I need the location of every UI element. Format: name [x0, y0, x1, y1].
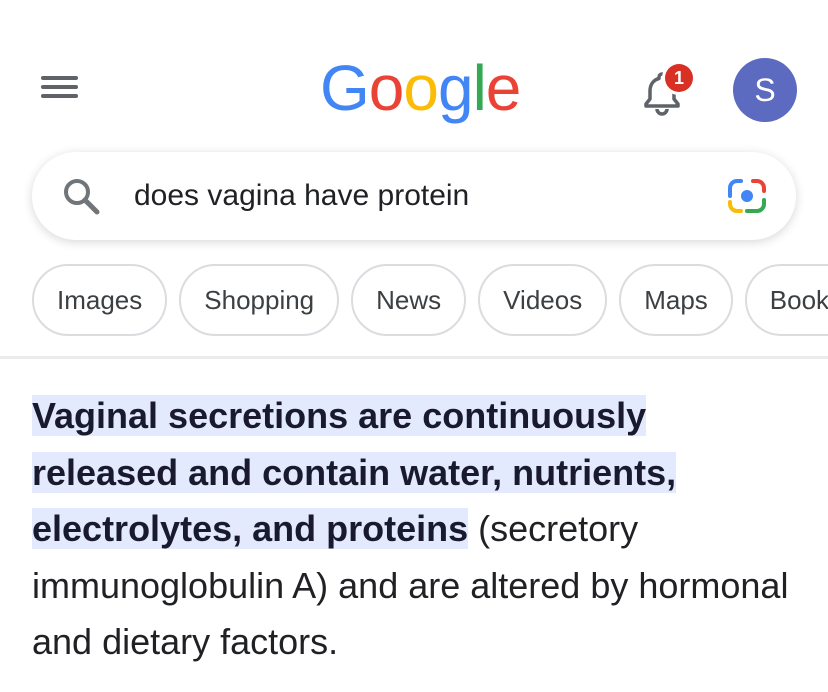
featured-snippet-text: Vaginal secretions are continuously rele…	[32, 388, 792, 671]
hamburger-menu-icon[interactable]	[41, 76, 79, 100]
avatar[interactable]: S	[733, 58, 797, 122]
divider	[0, 356, 828, 359]
chip-shopping[interactable]: Shopping	[179, 264, 340, 336]
chip-news[interactable]: News	[351, 264, 467, 336]
search-input[interactable]: does vagina have protein	[134, 152, 469, 240]
logo-letter: e	[485, 52, 522, 124]
google-search-page: Google 1 S does vagina have protein Imag…	[0, 0, 828, 692]
logo-letter: G	[320, 52, 370, 124]
search-icon[interactable]	[61, 176, 101, 216]
chip-videos[interactable]: Videos	[478, 264, 608, 336]
google-lens-icon[interactable]	[726, 176, 768, 216]
logo-letter: l	[472, 52, 487, 124]
logo-letter: o	[368, 52, 405, 124]
logo-letter: g	[437, 52, 474, 124]
search-box[interactable]: does vagina have protein	[32, 152, 796, 240]
search-filter-chips: ImagesShoppingNewsVideosMapsBooks	[32, 264, 828, 336]
notification-badge[interactable]: 1	[665, 64, 693, 92]
chip-books[interactable]: Books	[744, 264, 828, 336]
google-logo[interactable]: Google	[320, 48, 522, 128]
logo-letter: o	[403, 52, 439, 124]
chip-images[interactable]: Images	[32, 264, 168, 336]
chip-maps[interactable]: Maps	[619, 264, 733, 336]
